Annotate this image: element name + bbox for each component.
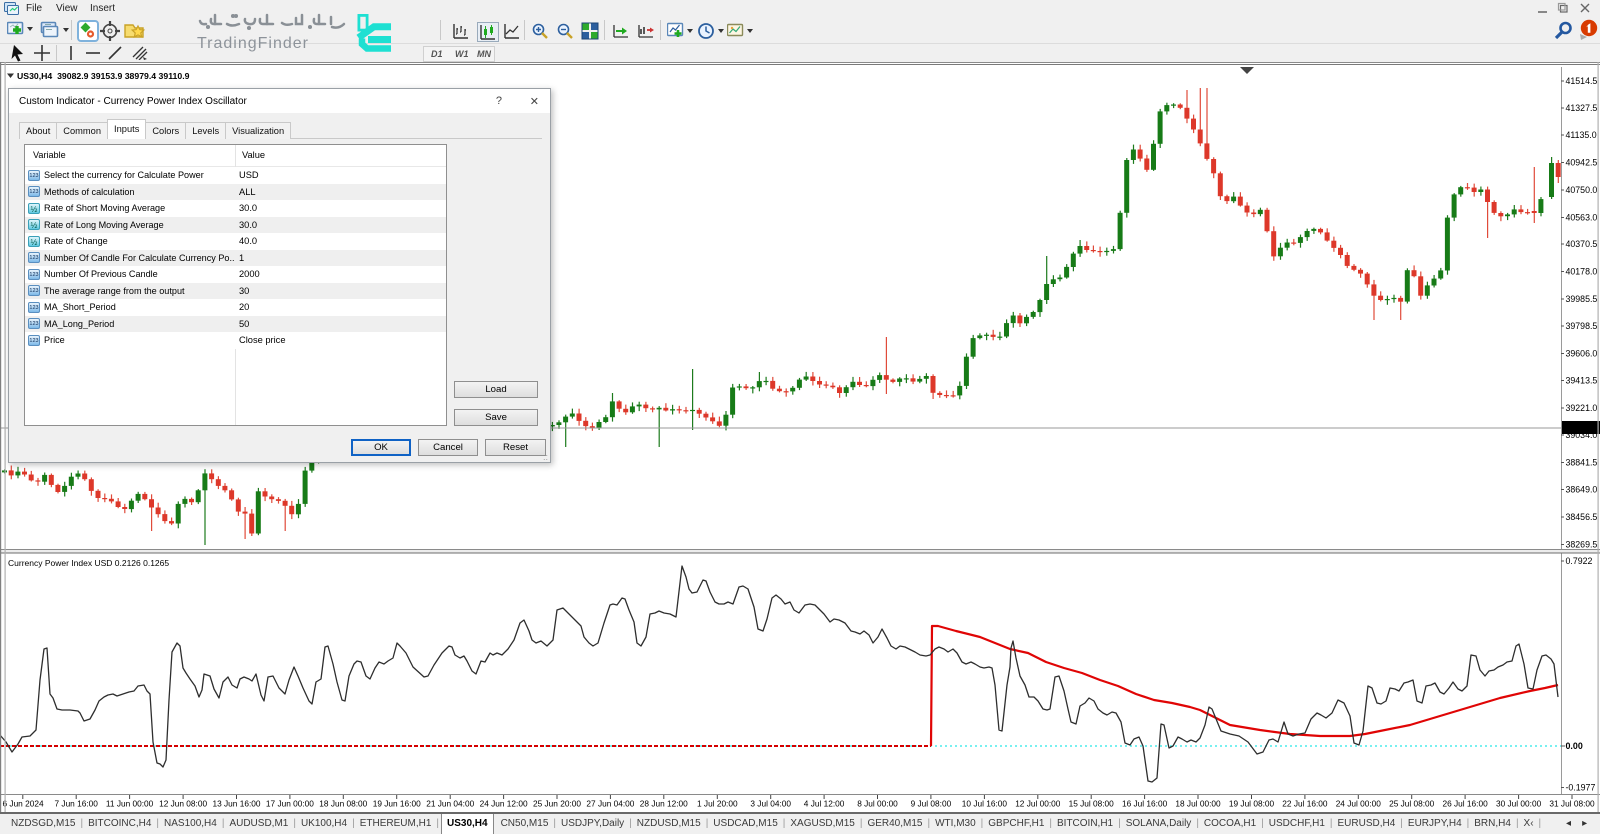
svg-text:4 Jul 12:00: 4 Jul 12:00 bbox=[804, 799, 845, 809]
svg-text:41514.5: 41514.5 bbox=[1566, 76, 1598, 86]
svg-text:-0.1977: -0.1977 bbox=[1566, 783, 1596, 793]
svg-text:11 Jun 00:00: 11 Jun 00:00 bbox=[106, 799, 154, 809]
svg-text:39110.9: 39110.9 bbox=[1565, 423, 1596, 433]
svg-text:7 Jun 16:00: 7 Jun 16:00 bbox=[55, 799, 99, 809]
svg-text:30 Jul 00:00: 30 Jul 00:00 bbox=[1496, 799, 1542, 809]
svg-text:39606.0: 39606.0 bbox=[1566, 349, 1598, 359]
svg-text:38269.5: 38269.5 bbox=[1566, 540, 1598, 550]
svg-text:3 Jul 04:00: 3 Jul 04:00 bbox=[750, 799, 791, 809]
svg-text:13 Jun 16:00: 13 Jun 16:00 bbox=[213, 799, 261, 809]
svg-text:12 Jun 08:00: 12 Jun 08:00 bbox=[159, 799, 207, 809]
svg-text:21 Jun 04:00: 21 Jun 04:00 bbox=[426, 799, 474, 809]
svg-text:10 Jul 16:00: 10 Jul 16:00 bbox=[962, 799, 1008, 809]
svg-text:18 Jun 08:00: 18 Jun 08:00 bbox=[319, 799, 367, 809]
svg-text:40563.0: 40563.0 bbox=[1566, 213, 1598, 223]
svg-text:6 Jun 2024: 6 Jun 2024 bbox=[3, 799, 44, 809]
svg-text:40750.0: 40750.0 bbox=[1566, 185, 1598, 195]
svg-text:0.7922: 0.7922 bbox=[1566, 556, 1593, 566]
svg-text:15 Jul 08:00: 15 Jul 08:00 bbox=[1069, 799, 1115, 809]
svg-text:16 Jul 16:00: 16 Jul 16:00 bbox=[1122, 799, 1168, 809]
svg-text:39798.5: 39798.5 bbox=[1566, 321, 1598, 331]
svg-text:9 Jul 08:00: 9 Jul 08:00 bbox=[911, 799, 952, 809]
svg-text:12 Jul 00:00: 12 Jul 00:00 bbox=[1015, 799, 1061, 809]
svg-text:39221.0: 39221.0 bbox=[1566, 403, 1598, 413]
svg-text:1 Jul 20:00: 1 Jul 20:00 bbox=[697, 799, 738, 809]
svg-text:39985.5: 39985.5 bbox=[1566, 294, 1598, 304]
svg-text:39413.5: 39413.5 bbox=[1566, 376, 1598, 386]
svg-text:38649.0: 38649.0 bbox=[1566, 485, 1598, 495]
svg-text:27 Jun 04:00: 27 Jun 04:00 bbox=[586, 799, 634, 809]
svg-text:31 Jul 08:00: 31 Jul 08:00 bbox=[1549, 799, 1595, 809]
svg-text:41135.0: 41135.0 bbox=[1566, 130, 1597, 140]
svg-text:25 Jun 20:00: 25 Jun 20:00 bbox=[533, 799, 581, 809]
svg-text:8 Jul 00:00: 8 Jul 00:00 bbox=[857, 799, 898, 809]
svg-text:19 Jun 16:00: 19 Jun 16:00 bbox=[373, 799, 421, 809]
svg-text:40178.0: 40178.0 bbox=[1566, 267, 1598, 277]
svg-text:25 Jul 08:00: 25 Jul 08:00 bbox=[1389, 799, 1435, 809]
svg-text:22 Jul 16:00: 22 Jul 16:00 bbox=[1282, 799, 1328, 809]
svg-text:38456.5: 38456.5 bbox=[1566, 512, 1598, 522]
svg-text:41327.5: 41327.5 bbox=[1566, 103, 1598, 113]
svg-text:38841.5: 38841.5 bbox=[1566, 458, 1598, 468]
svg-text:18 Jul 00:00: 18 Jul 00:00 bbox=[1175, 799, 1221, 809]
svg-text:26 Jul 16:00: 26 Jul 16:00 bbox=[1442, 799, 1488, 809]
svg-text:17 Jun 00:00: 17 Jun 00:00 bbox=[266, 799, 314, 809]
svg-text:40370.5: 40370.5 bbox=[1566, 239, 1598, 249]
svg-text:24 Jun 12:00: 24 Jun 12:00 bbox=[480, 799, 528, 809]
svg-text:19 Jul 08:00: 19 Jul 08:00 bbox=[1229, 799, 1275, 809]
svg-text:24 Jul 00:00: 24 Jul 00:00 bbox=[1336, 799, 1382, 809]
svg-text:40942.5: 40942.5 bbox=[1566, 158, 1598, 168]
svg-text:28 Jun 12:00: 28 Jun 12:00 bbox=[640, 799, 688, 809]
svg-text:0.00: 0.00 bbox=[1566, 741, 1583, 751]
svg-text:Currency Power Index USD 0.212: Currency Power Index USD 0.2126 0.1265 bbox=[8, 558, 169, 568]
svg-text:US30,H4 39082.9 39153.9 38979: US30,H4 39082.9 39153.9 38979.4 39110.9 bbox=[17, 71, 190, 81]
